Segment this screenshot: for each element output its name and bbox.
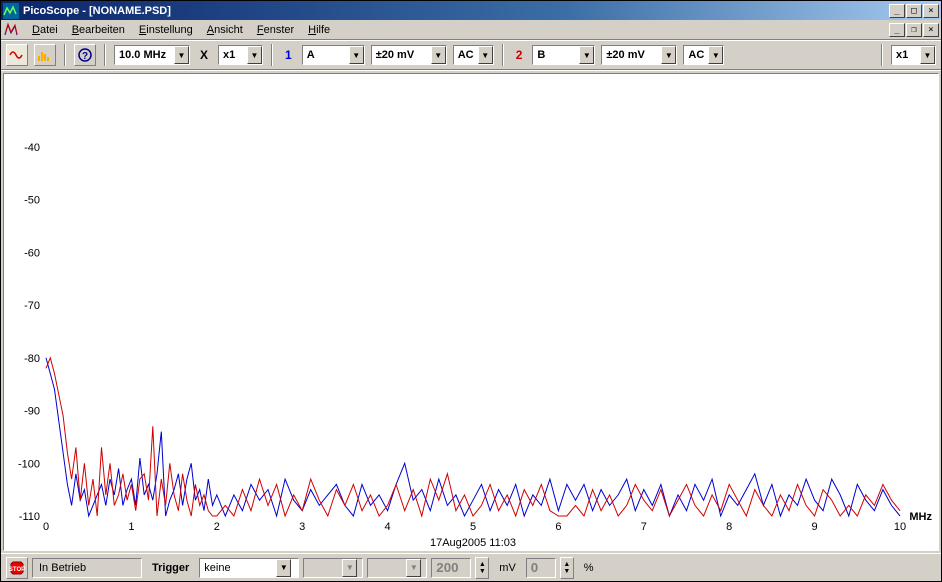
menu-bearbeiten[interactable]: Bearbeiten xyxy=(65,22,132,38)
svg-text:5: 5 xyxy=(470,521,476,533)
dropdown-arrow-icon[interactable]: ▼ xyxy=(920,46,935,64)
ch2-source-value: B xyxy=(537,49,579,61)
dropdown-arrow-icon[interactable]: ▼ xyxy=(431,46,446,64)
svg-text:6: 6 xyxy=(555,521,561,533)
help-button[interactable]: ? xyxy=(74,44,96,66)
dropdown-arrow-icon[interactable]: ▼ xyxy=(349,46,364,64)
stop-icon: STOP xyxy=(9,560,25,576)
trigger-channel-combo: ▼ xyxy=(303,558,363,578)
svg-text:2: 2 xyxy=(214,521,220,533)
svg-text:4: 4 xyxy=(385,521,391,533)
mdi-minimize-button[interactable]: _ xyxy=(889,23,905,37)
svg-text:8: 8 xyxy=(726,521,732,533)
menu-hilfe[interactable]: Hilfe xyxy=(301,22,337,38)
document-icon xyxy=(3,22,19,38)
chart-canvas[interactable]: -40 -50 -60 -70 -80 -90 -100 -1100 1 2 3 4 5 6 7 8 9 10MH… xyxy=(3,73,939,551)
scope-mode-button[interactable] xyxy=(6,44,28,66)
level-spinner: ▲▼ xyxy=(475,557,489,579)
ch2-range-combo[interactable]: ±20 mV ▼ xyxy=(601,45,677,65)
dropdown-arrow-icon[interactable]: ▼ xyxy=(247,46,262,64)
pct-unit: % xyxy=(578,562,600,574)
svg-text:7: 7 xyxy=(641,521,647,533)
trigger-mode-value: keine xyxy=(204,562,276,574)
svg-text:10: 10 xyxy=(894,521,906,533)
menu-fenster[interactable]: Fenster xyxy=(250,22,301,38)
svg-text:MHz: MHz xyxy=(909,511,932,523)
x-zoom-value: x1 xyxy=(223,49,247,61)
mdi-close-button[interactable]: × xyxy=(923,23,939,37)
dropdown-arrow-icon[interactable]: ▼ xyxy=(174,46,189,64)
trigger-mode-combo[interactable]: keine ▼ xyxy=(199,558,299,578)
timebase-combo[interactable]: 10.0 MHz ▼ xyxy=(114,45,190,65)
y-zoom-value: x1 xyxy=(896,49,920,61)
window-titlebar: PicoScope - [NONAME.PSD] _ □ × xyxy=(1,1,941,20)
menu-einstellung[interactable]: Einstellung xyxy=(132,22,200,38)
svg-text:-50: -50 xyxy=(24,195,40,207)
close-button[interactable]: × xyxy=(923,4,939,18)
svg-text:-70: -70 xyxy=(24,300,40,312)
ch1-source-combo[interactable]: A ▼ xyxy=(302,45,365,65)
y-zoom-combo[interactable]: x1 ▼ xyxy=(891,45,936,65)
ch2-range-value: ±20 mV xyxy=(606,49,661,61)
dropdown-arrow-icon: ▼ xyxy=(342,559,357,577)
ch1-source-value: A xyxy=(307,49,349,61)
run-status-text: In Betrieb xyxy=(39,562,86,574)
ch2-coupling-combo[interactable]: AC ▼ xyxy=(683,45,724,65)
spectrum-bars-icon xyxy=(37,48,53,62)
ch2-label: 2 xyxy=(512,48,527,62)
svg-text:1: 1 xyxy=(128,521,134,533)
minimize-button[interactable]: _ xyxy=(889,4,905,18)
run-status-panel: In Betrieb xyxy=(32,558,142,578)
statusbar: STOP In Betrieb Trigger keine ▼ ▼ ▼ ▲▼ m… xyxy=(1,553,941,581)
svg-text:-40: -40 xyxy=(24,142,40,154)
ch1-range-combo[interactable]: ±20 mV ▼ xyxy=(371,45,447,65)
x-axis-label: X xyxy=(196,48,212,62)
svg-text:3: 3 xyxy=(299,521,305,533)
trigger-pct-input xyxy=(526,558,556,578)
svg-text:STOP: STOP xyxy=(9,567,25,573)
svg-text:-110: -110 xyxy=(19,511,40,523)
trigger-label: Trigger xyxy=(146,562,195,574)
mdi-restore-button[interactable]: ❐ xyxy=(906,23,922,37)
ch1-coupling-combo[interactable]: AC ▼ xyxy=(453,45,494,65)
ch1-range-value: ±20 mV xyxy=(376,49,431,61)
dropdown-arrow-icon: ▼ xyxy=(406,559,421,577)
menu-datei[interactable]: Datei xyxy=(25,22,65,38)
trigger-edge-combo: ▼ xyxy=(367,558,427,578)
ch1-coupling-value: AC xyxy=(458,49,478,61)
svg-text:-60: -60 xyxy=(24,247,40,259)
ch2-source-combo[interactable]: B ▼ xyxy=(532,45,595,65)
scope-waveform-icon xyxy=(9,48,25,62)
x-zoom-combo[interactable]: x1 ▼ xyxy=(218,45,263,65)
dropdown-arrow-icon[interactable]: ▼ xyxy=(661,46,676,64)
trigger-level-input xyxy=(431,558,471,578)
ch2-coupling-value: AC xyxy=(688,49,708,61)
dropdown-arrow-icon[interactable]: ▼ xyxy=(276,559,291,577)
svg-text:9: 9 xyxy=(812,521,818,533)
level-unit: mV xyxy=(493,562,522,574)
stop-button[interactable]: STOP xyxy=(6,557,28,579)
app-icon xyxy=(3,3,19,19)
help-icon: ? xyxy=(77,47,93,63)
ch1-label: 1 xyxy=(281,48,296,62)
svg-text:-90: -90 xyxy=(24,406,40,418)
pct-spinner: ▲▼ xyxy=(560,557,574,579)
svg-text:?: ? xyxy=(82,51,88,62)
window-title: PicoScope - [NONAME.PSD] xyxy=(23,5,889,17)
svg-text:-100: -100 xyxy=(18,458,40,470)
maximize-button[interactable]: □ xyxy=(906,4,922,18)
chart-area: -40 -50 -60 -70 -80 -90 -100 -1100 1 2 3 4 5 6 7 8 9 10MH… xyxy=(1,70,941,553)
spectrum-chart: -40 -50 -60 -70 -80 -90 -100 -1100 1 2 3 4 5 6 7 8 9 10MH… xyxy=(4,74,938,550)
dropdown-arrow-icon[interactable]: ▼ xyxy=(478,46,493,64)
menubar: Datei Bearbeiten Einstellung Ansicht Fen… xyxy=(1,20,941,40)
spectrum-mode-button[interactable] xyxy=(34,44,56,66)
timebase-value: 10.0 MHz xyxy=(119,49,174,61)
menu-ansicht[interactable]: Ansicht xyxy=(200,22,250,38)
toolbar: ? 10.0 MHz ▼ X x1 ▼ 1 A ▼ ±20 mV ▼ AC ▼ … xyxy=(1,40,941,70)
dropdown-arrow-icon[interactable]: ▼ xyxy=(579,46,594,64)
svg-text:-80: -80 xyxy=(24,353,40,365)
svg-text:17Aug2005 11:03: 17Aug2005 11:03 xyxy=(430,537,516,549)
dropdown-arrow-icon[interactable]: ▼ xyxy=(708,46,723,64)
svg-text:0: 0 xyxy=(43,521,49,533)
